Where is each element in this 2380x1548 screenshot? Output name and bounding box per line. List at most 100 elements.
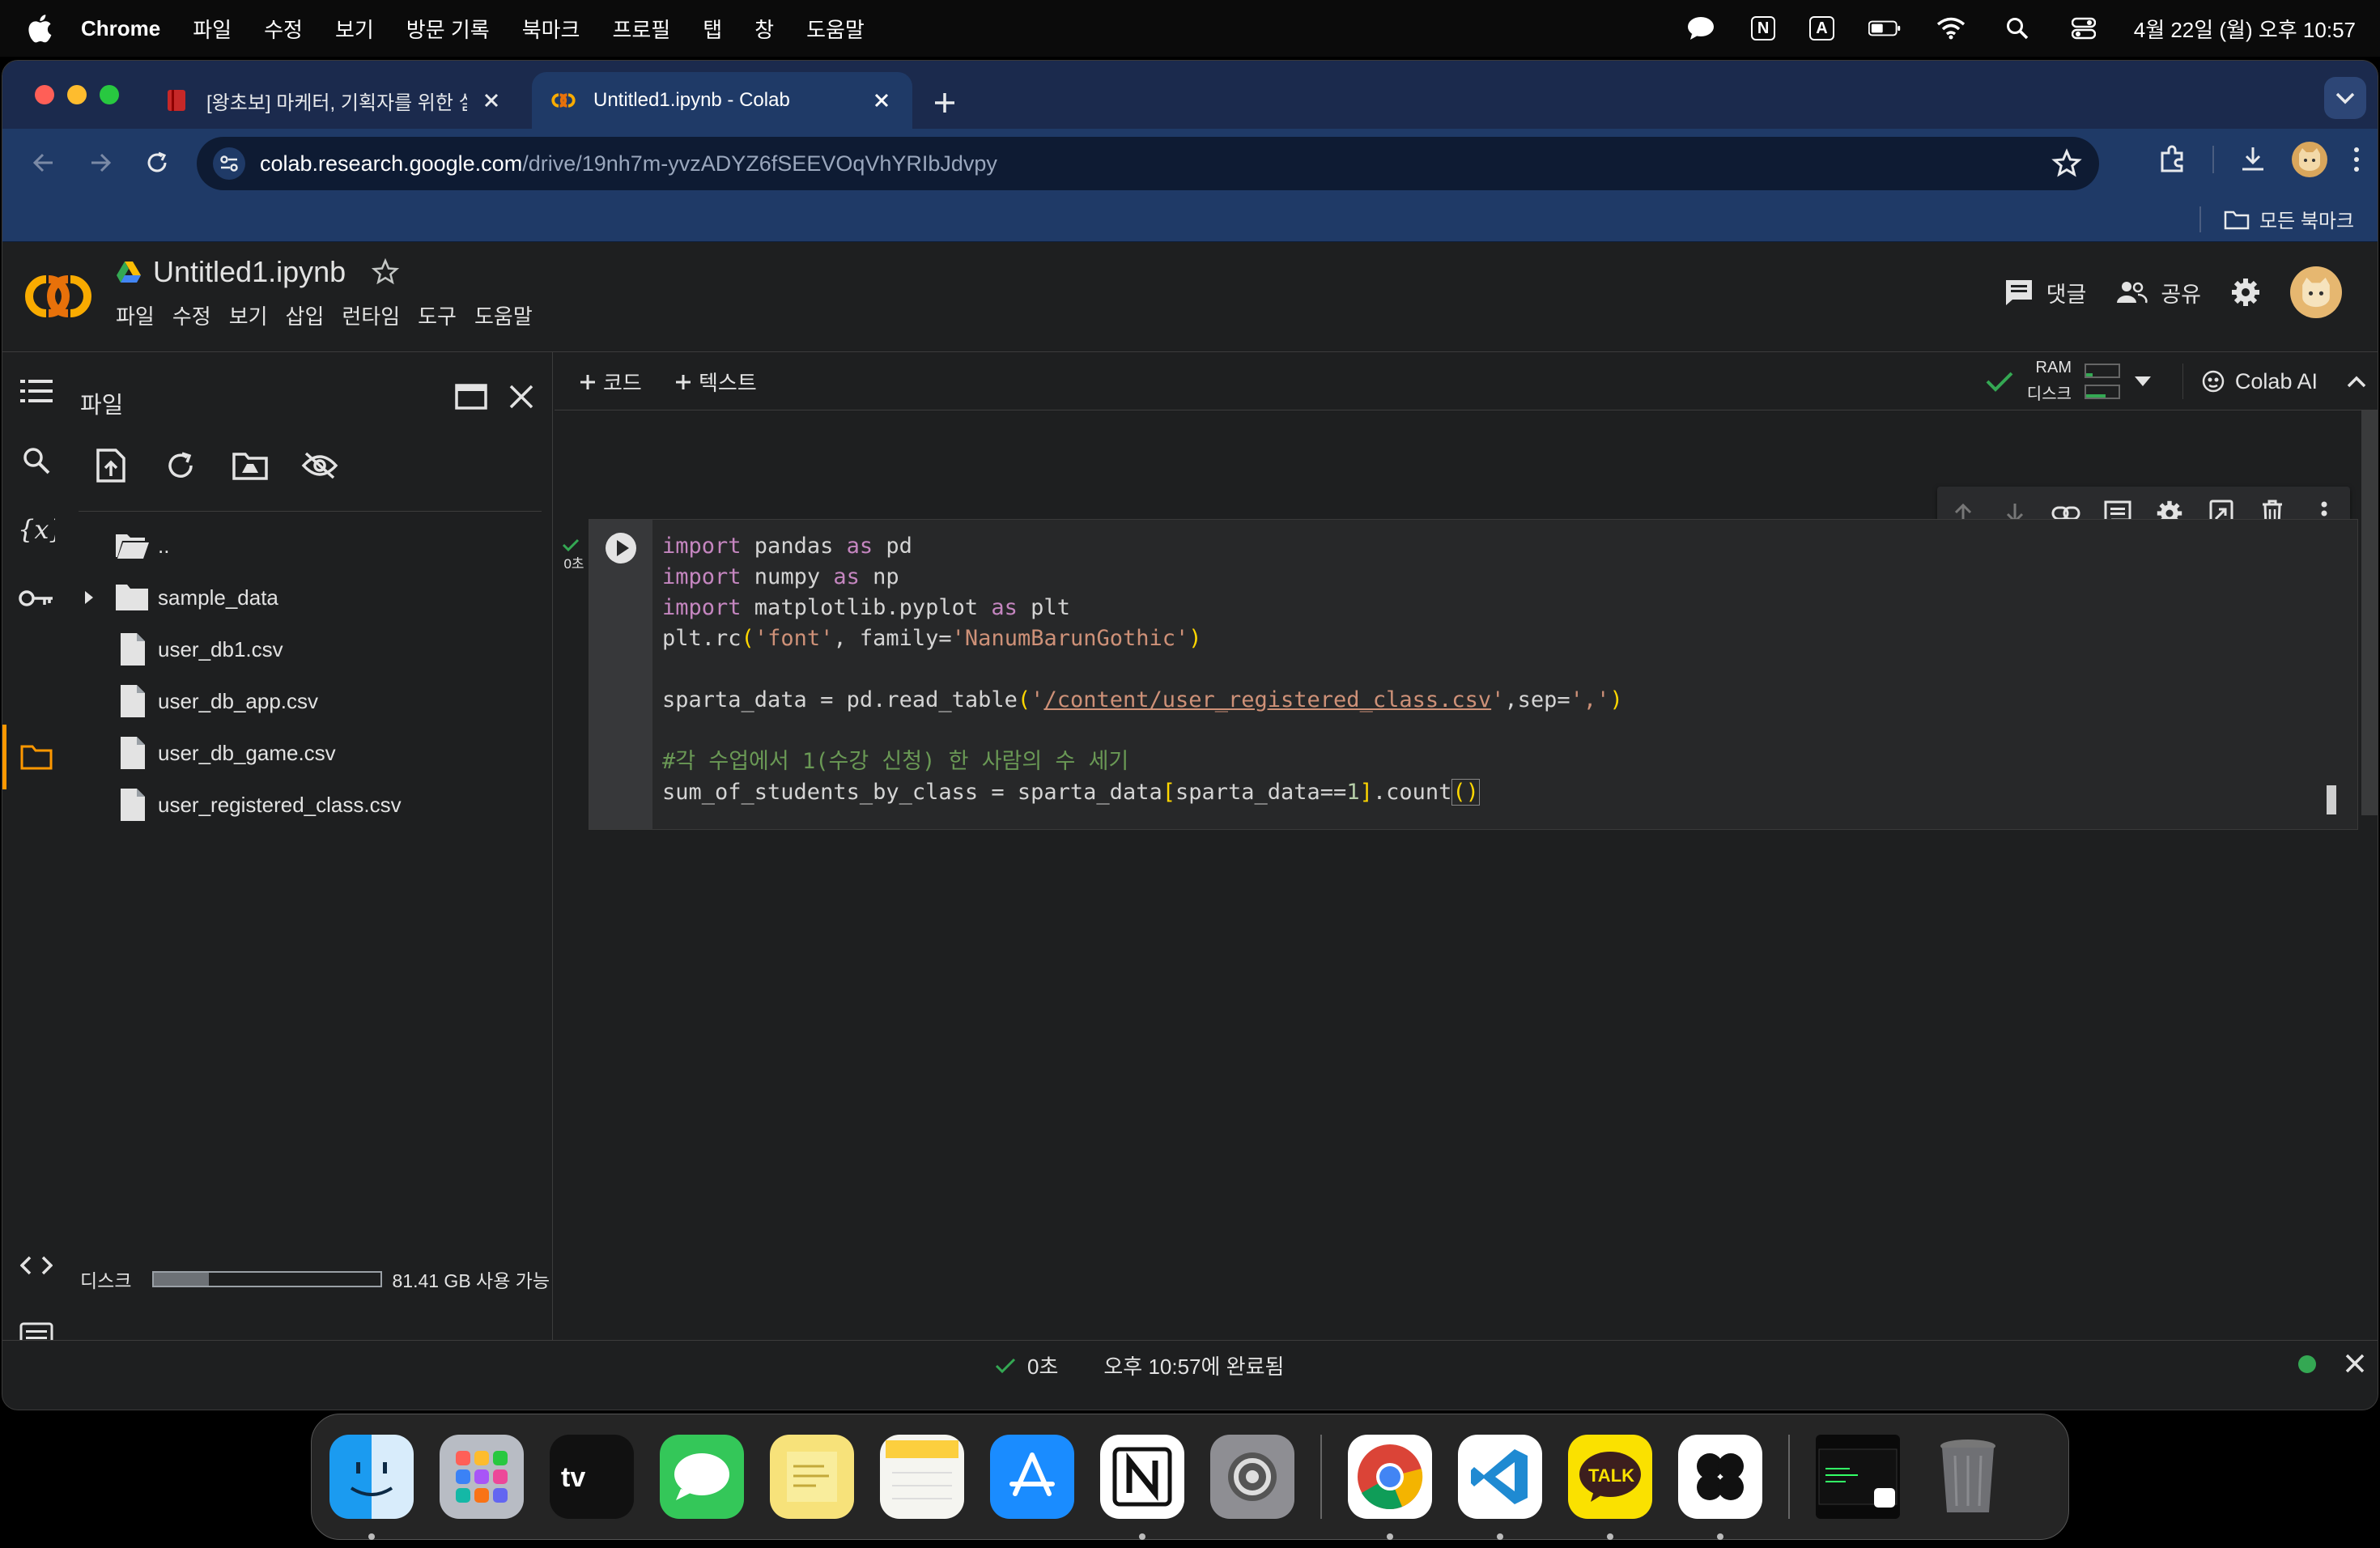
menu-window[interactable]: 창 (754, 14, 774, 44)
search-button[interactable] (17, 441, 56, 480)
resource-monitor[interactable]: RAM 디스크 (1985, 359, 2153, 404)
dock-capcut[interactable] (1678, 1435, 1762, 1540)
dock-messages[interactable] (660, 1435, 744, 1519)
code-cell[interactable]: 0초 import pandas as pd import numpy as np… (562, 519, 2358, 830)
colab-ai-button[interactable]: Colab AI (2182, 364, 2318, 399)
dock-apple-tv[interactable]: tv (550, 1435, 634, 1519)
colab-menu-edit[interactable]: 수정 (172, 300, 211, 330)
menu-file[interactable]: 파일 (193, 14, 232, 44)
site-info-icon[interactable] (213, 147, 245, 180)
menu-profiles[interactable]: 프로필 (612, 14, 670, 44)
open-in-window-icon[interactable] (451, 376, 491, 417)
variables-button[interactable]: {x} (17, 511, 56, 550)
dock-notes[interactable] (880, 1435, 964, 1519)
secrets-button[interactable] (17, 579, 56, 618)
reload-button[interactable] (137, 142, 177, 183)
dock-kakaotalk[interactable]: TALK (1568, 1435, 1652, 1540)
add-text-cell-button[interactable]: 텍스트 (674, 367, 757, 397)
control-center-icon[interactable] (2068, 12, 2100, 45)
dock-chrome[interactable] (1348, 1435, 1432, 1540)
star-icon[interactable] (372, 258, 400, 286)
user-avatar[interactable] (2290, 266, 2342, 318)
colab-menu-tools[interactable]: 도구 (418, 300, 457, 330)
comment-button[interactable]: 댓글 (2004, 277, 2086, 308)
dock-vscode[interactable] (1458, 1435, 1542, 1540)
download-icon[interactable] (2238, 145, 2267, 174)
colab-menu-file[interactable]: 파일 (116, 300, 155, 330)
dock-finder[interactable] (329, 1435, 414, 1540)
dock-stickies[interactable] (770, 1435, 854, 1519)
wifi-icon[interactable] (1935, 12, 1967, 45)
chevron-up-icon[interactable] (2342, 367, 2371, 396)
colab-menu-runtime[interactable]: 런타임 (342, 300, 400, 330)
dropdown-arrow-icon[interactable] (2133, 375, 2153, 388)
menu-help[interactable]: 도움말 (806, 14, 865, 44)
file-row-csv[interactable]: user_db1.csv (70, 626, 553, 673)
add-code-cell-button[interactable]: 코드 (579, 367, 642, 397)
spotlight-search-icon[interactable] (2001, 12, 2034, 45)
share-button[interactable]: 공유 (2115, 277, 2201, 308)
dock-notion[interactable] (1100, 1435, 1184, 1540)
forward-button[interactable] (80, 142, 121, 183)
messages-status-icon[interactable] (1685, 12, 1717, 45)
notebook-title[interactable]: Untitled1.ipynb (153, 255, 346, 289)
back-button[interactable] (23, 142, 64, 183)
colab-logo-icon[interactable] (23, 262, 93, 331)
bookmark-star-icon[interactable] (2051, 147, 2083, 180)
menu-history[interactable]: 방문 기록 (406, 14, 490, 44)
dock-trash[interactable] (1926, 1435, 2010, 1519)
all-bookmarks-button[interactable]: 모든 북마크 (2224, 205, 2354, 233)
file-row-csv[interactable]: user_db_game.csv (70, 729, 553, 776)
mount-drive-button[interactable] (226, 441, 274, 490)
new-tab-plus-icon[interactable] (932, 90, 958, 116)
file-row-parent[interactable]: .. (70, 522, 553, 569)
extensions-puzzle-icon[interactable] (2156, 143, 2188, 176)
upload-file-button[interactable] (87, 441, 135, 490)
input-indicator-a[interactable]: A (1809, 16, 1834, 40)
file-row-csv[interactable]: user_registered_class.csv (70, 781, 553, 828)
zoom-window-button[interactable] (100, 85, 119, 104)
close-icon[interactable] (2342, 1350, 2368, 1376)
menu-bookmarks[interactable]: 북마크 (522, 14, 580, 44)
run-cell-icon[interactable] (604, 531, 638, 565)
profile-avatar[interactable] (2292, 142, 2327, 177)
dock-app-store[interactable] (990, 1435, 1074, 1519)
menu-tab[interactable]: 탭 (703, 14, 722, 44)
input-indicator-n[interactable]: N (1750, 16, 1776, 40)
toggle-hidden-files-button[interactable] (295, 441, 344, 490)
colab-menu-view[interactable]: 보기 (229, 300, 268, 330)
dock-launchpad[interactable] (440, 1435, 524, 1519)
tab-search-button[interactable] (2324, 77, 2366, 119)
expand-arrow-icon[interactable] (79, 588, 98, 607)
dock-terminal-window-preview[interactable] (1816, 1435, 1900, 1519)
menu-view[interactable]: 보기 (335, 14, 374, 44)
file-row-csv[interactable]: user_db_app.csv (70, 678, 553, 725)
files-button[interactable] (17, 738, 56, 776)
settings-gear-icon[interactable] (2230, 277, 2261, 308)
minimize-window-button[interactable] (67, 85, 87, 104)
execution-status[interactable]: 0초 오후 10:57에 완료됨 (995, 1350, 1284, 1380)
refresh-button[interactable] (156, 441, 205, 490)
close-icon[interactable] (501, 376, 542, 417)
menu-edit[interactable]: 수정 (264, 14, 303, 44)
menubar-clock[interactable]: 4월 22일 (월) 오후 10:57 (2134, 14, 2356, 44)
file-row-folder[interactable]: sample_data (70, 574, 553, 621)
more-vert-icon[interactable] (2352, 145, 2361, 174)
table-of-contents-button[interactable] (17, 372, 56, 410)
close-window-button[interactable] (35, 85, 54, 104)
close-icon[interactable] (480, 89, 503, 112)
close-icon[interactable] (870, 89, 893, 112)
code-editor[interactable]: import pandas as pd import numpy as np imp… (662, 531, 1623, 808)
tab-course-page[interactable]: [왕초보] 마케터, 기획자를 위한 실전 (145, 72, 522, 129)
apple-icon[interactable] (24, 12, 53, 45)
notebook-scrollbar[interactable] (2361, 410, 2378, 815)
battery-icon[interactable] (1868, 12, 1901, 45)
colab-menu-insert[interactable]: 삽입 (286, 300, 325, 330)
code-snippets-button[interactable] (17, 1246, 56, 1285)
colab-menu-help[interactable]: 도움말 (474, 300, 533, 330)
address-bar[interactable]: colab.research.google.com/drive/19nh7m-y… (197, 137, 2099, 190)
tab-colab-notebook[interactable]: Untitled1.ipynb - Colab (532, 72, 912, 129)
dock-system-settings[interactable] (1210, 1435, 1294, 1519)
google-drive-icon[interactable] (116, 261, 142, 283)
menu-app-chrome[interactable]: Chrome (81, 16, 160, 41)
